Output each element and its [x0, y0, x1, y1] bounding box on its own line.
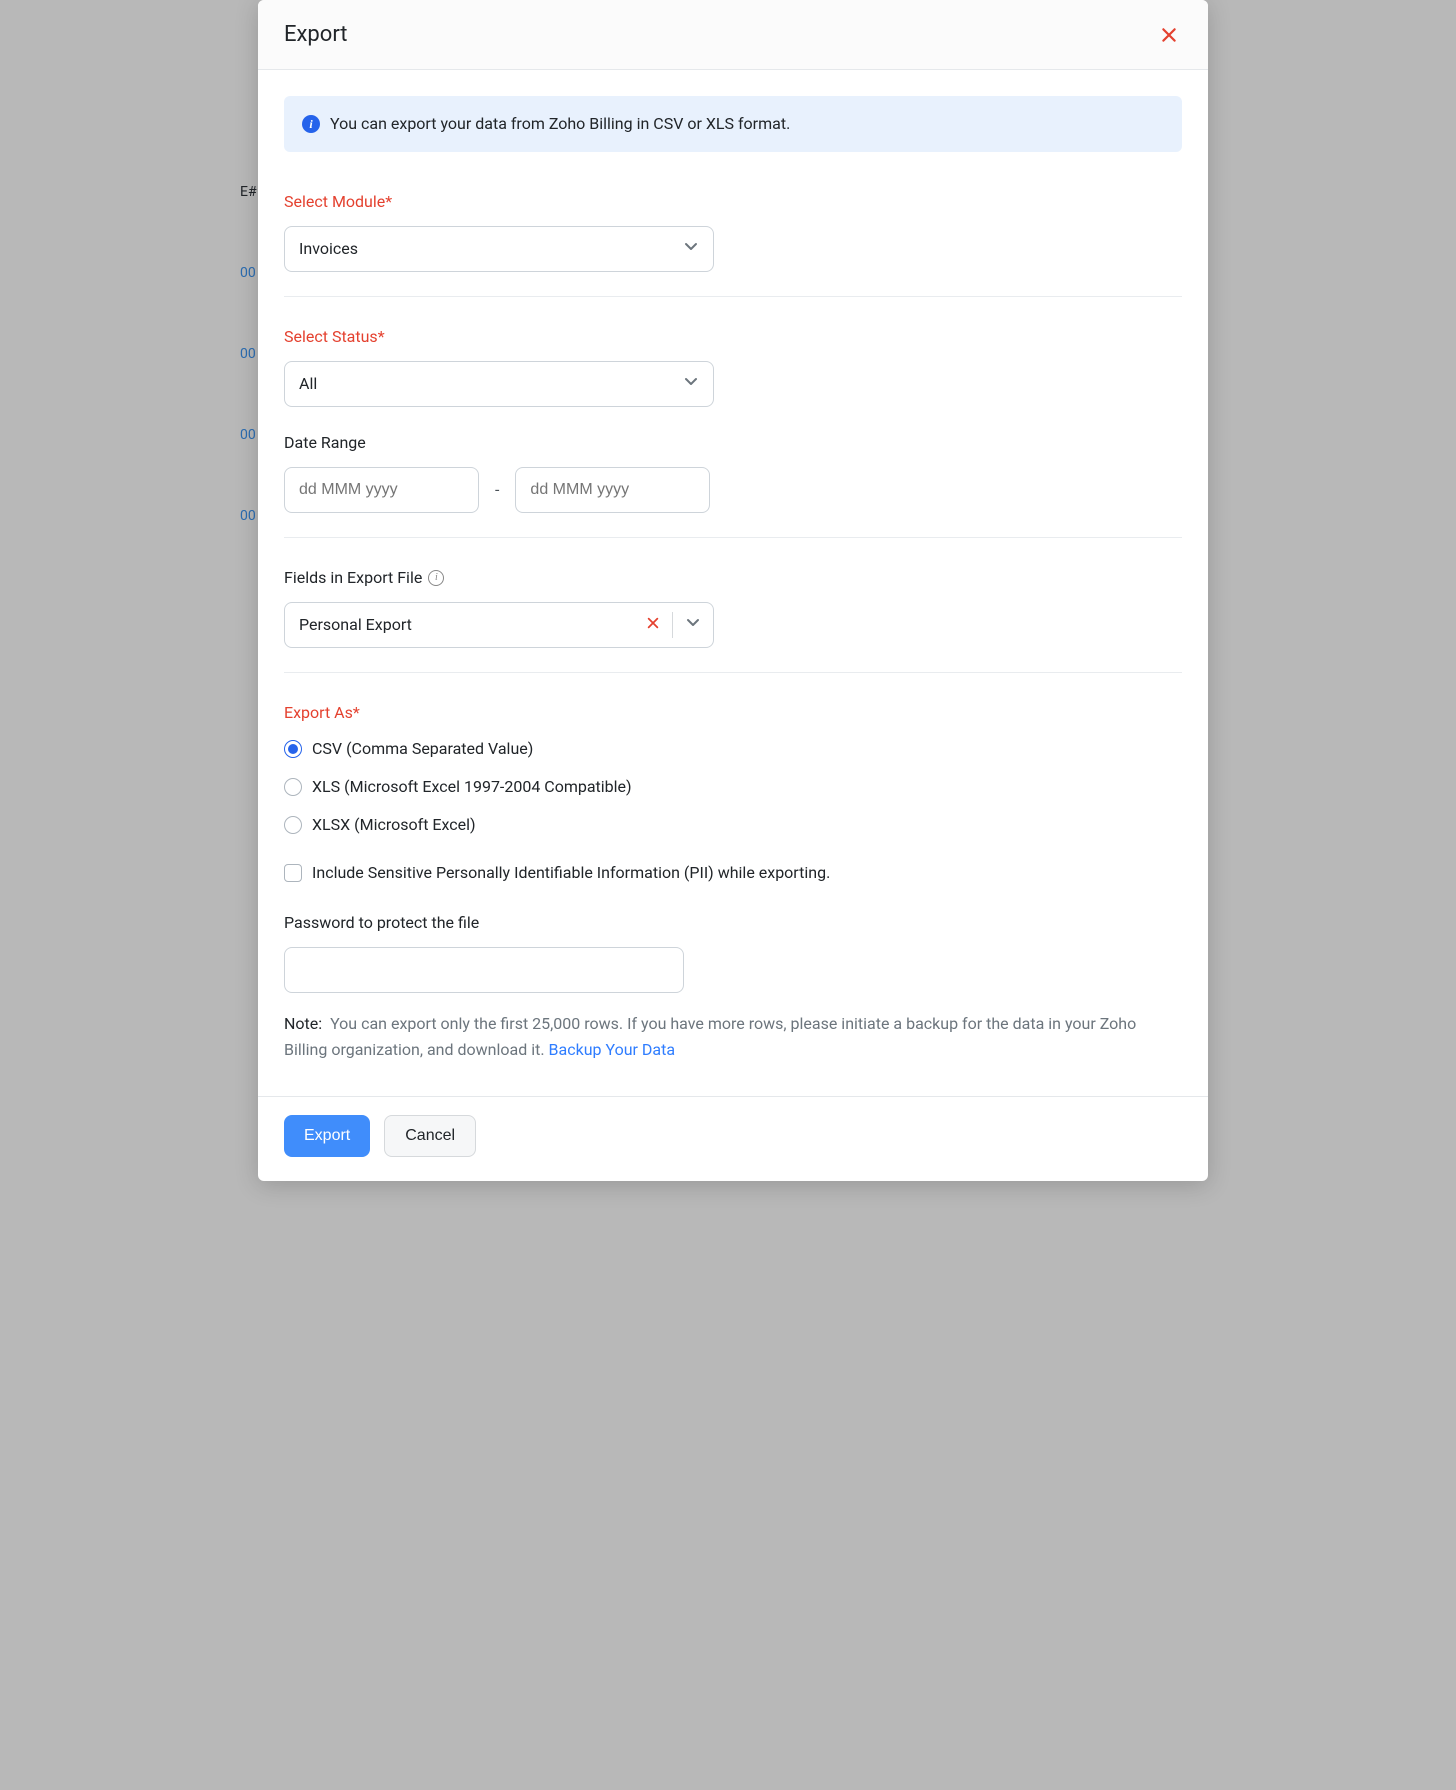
chevron-down-icon: [683, 237, 699, 261]
date-range-label: Date Range: [284, 431, 1182, 455]
section-export-as: Export As* CSV (Comma Separated Value) X…: [284, 691, 1182, 893]
modal-title: Export: [284, 18, 348, 51]
export-as-radio-group: CSV (Comma Separated Value) XLS (Microso…: [284, 737, 1182, 837]
modal-body: You can export your data from Zoho Billi…: [258, 70, 1208, 1096]
date-range-separator: -: [495, 478, 499, 502]
password-label: Password to protect the file: [284, 911, 1182, 935]
radio-label: XLSX (Microsoft Excel): [312, 813, 476, 837]
radio-label: XLS (Microsoft Excel 1997-2004 Compatibl…: [312, 775, 632, 799]
select-status-dropdown[interactable]: All: [284, 361, 714, 407]
section-select-module: Select Module* Invoices: [284, 180, 1182, 297]
select-module-label: Select Module*: [284, 190, 1182, 214]
radio-option-xls[interactable]: XLS (Microsoft Excel 1997-2004 Compatibl…: [284, 775, 1182, 799]
chevron-down-icon: [683, 372, 699, 396]
radio-input[interactable]: [284, 816, 302, 834]
close-icon: [646, 616, 660, 634]
cancel-button[interactable]: Cancel: [384, 1115, 476, 1157]
chevron-down-icon: [685, 616, 701, 634]
note-prefix: Note:: [284, 1014, 322, 1033]
pii-checkbox-label: Include Sensitive Personally Identifiabl…: [312, 861, 830, 885]
close-button[interactable]: [1156, 22, 1182, 48]
export-as-label: Export As*: [284, 701, 1182, 725]
fields-export-clear-button[interactable]: [634, 614, 672, 637]
info-icon: [302, 115, 320, 133]
pii-checkbox[interactable]: [284, 864, 302, 882]
modal-header: Export: [258, 0, 1208, 70]
radio-input[interactable]: [284, 740, 302, 758]
date-range-row: -: [284, 467, 1182, 513]
info-banner-text: You can export your data from Zoho Billi…: [330, 112, 790, 136]
modal-footer: Export Cancel: [258, 1096, 1208, 1181]
export-modal: Export You can export your data from Zoh…: [258, 0, 1208, 1181]
export-note: Note: You can export only the first 25,0…: [284, 1011, 1182, 1062]
fields-export-toggle-button[interactable]: [673, 614, 713, 637]
fields-export-label: Fields in Export File: [284, 566, 422, 590]
radio-label: CSV (Comma Separated Value): [312, 737, 533, 761]
info-banner: You can export your data from Zoho Billi…: [284, 96, 1182, 152]
section-fields-export: Fields in Export File Personal Export: [284, 556, 1182, 673]
date-to-input[interactable]: [515, 467, 710, 513]
section-status-date: Select Status* All Date Range -: [284, 315, 1182, 538]
radio-option-xlsx[interactable]: XLSX (Microsoft Excel): [284, 813, 1182, 837]
export-button[interactable]: Export: [284, 1115, 370, 1157]
info-outline-icon[interactable]: [428, 570, 444, 586]
pii-checkbox-row[interactable]: Include Sensitive Personally Identifiabl…: [284, 861, 1182, 885]
backup-data-link[interactable]: Backup Your Data: [549, 1040, 676, 1059]
select-module-value: Invoices: [299, 237, 358, 261]
close-icon: [1160, 32, 1178, 47]
select-status-value: All: [299, 372, 317, 396]
radio-input[interactable]: [284, 778, 302, 796]
select-module-dropdown[interactable]: Invoices: [284, 226, 714, 272]
section-password: Password to protect the file Note: You c…: [284, 893, 1182, 1086]
select-status-label: Select Status*: [284, 325, 1182, 349]
note-text: You can export only the first 25,000 row…: [284, 1014, 1136, 1059]
fields-export-combobox[interactable]: Personal Export: [284, 602, 714, 648]
password-input[interactable]: [284, 947, 684, 993]
radio-option-csv[interactable]: CSV (Comma Separated Value): [284, 737, 1182, 761]
fields-export-value: Personal Export: [285, 613, 634, 637]
date-from-input[interactable]: [284, 467, 479, 513]
background-list-fragment: E# 00 00 00 00: [240, 0, 260, 527]
